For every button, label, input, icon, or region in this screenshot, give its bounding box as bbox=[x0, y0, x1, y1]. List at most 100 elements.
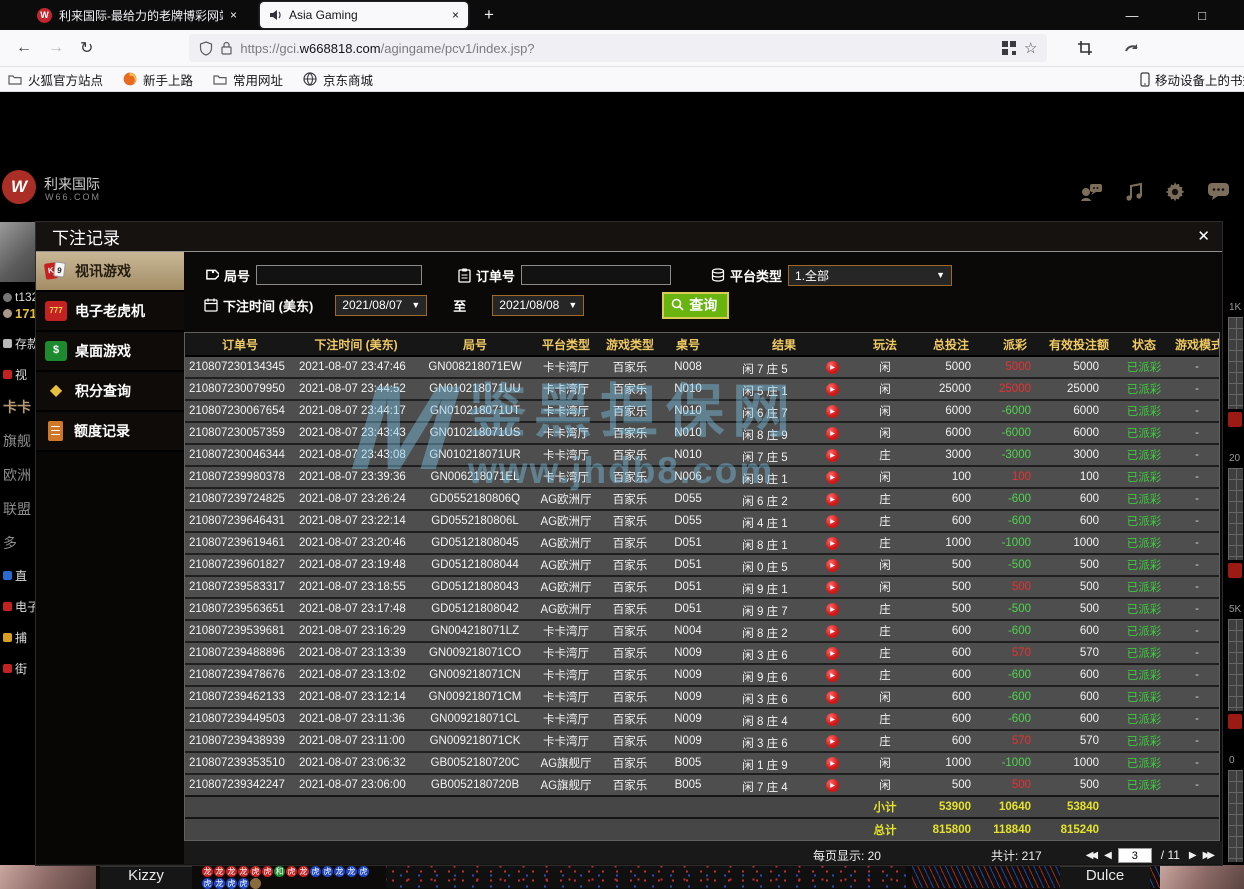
dealer-thumbnail[interactable] bbox=[1160, 865, 1244, 889]
new-tab-button[interactable]: + bbox=[484, 5, 494, 25]
cell-id: 210807230079950 bbox=[185, 378, 295, 400]
user-avatar[interactable] bbox=[0, 222, 36, 282]
bookmark-item[interactable]: 新手上路 bbox=[123, 70, 193, 89]
per-page-label: 每页显示: 20 bbox=[813, 847, 881, 864]
roadmap-result: 和 bbox=[274, 866, 285, 877]
cell-id: 210807239449503 bbox=[185, 708, 295, 730]
cell-bet: 600 bbox=[917, 488, 985, 510]
forward-button[interactable]: → bbox=[48, 39, 64, 57]
play-video-icon[interactable]: ▶ bbox=[826, 471, 839, 484]
tab-close-icon[interactable]: × bbox=[230, 8, 237, 22]
play-video-icon[interactable]: ▶ bbox=[826, 383, 839, 396]
tab-close-icon[interactable]: × bbox=[452, 8, 459, 22]
phone-icon bbox=[1140, 72, 1150, 87]
url-bar[interactable]: https://gci.w668818.com/agingame/pcv1/in… bbox=[189, 34, 1047, 62]
bookmark-item[interactable]: 火狐官方站点 bbox=[8, 70, 103, 89]
cell-result: 闲 3 庄 6▶ bbox=[715, 642, 853, 664]
modal-close-icon[interactable]: ✕ bbox=[1197, 227, 1210, 245]
date-from-select[interactable]: 2021/08/07▼ bbox=[335, 295, 427, 316]
platform-select[interactable]: 1.全部 ▼ bbox=[788, 265, 952, 286]
play-video-icon[interactable]: ▶ bbox=[826, 713, 839, 726]
play-video-icon[interactable]: ▶ bbox=[826, 691, 839, 704]
play-video-icon[interactable]: ▶ bbox=[826, 405, 839, 418]
play-video-icon[interactable]: ▶ bbox=[826, 537, 839, 550]
play-video-icon[interactable]: ▶ bbox=[826, 559, 839, 572]
window-maximize-button[interactable]: □ bbox=[1182, 0, 1222, 30]
play-video-icon[interactable]: ▶ bbox=[826, 493, 839, 506]
play-video-icon[interactable]: ▶ bbox=[826, 449, 839, 462]
play-video-icon[interactable]: ▶ bbox=[826, 735, 839, 748]
play-video-icon[interactable]: ▶ bbox=[826, 603, 839, 616]
screenshot-crop-icon[interactable] bbox=[1077, 40, 1093, 56]
bet-button[interactable] bbox=[1228, 714, 1242, 729]
column-header: 桌号 bbox=[661, 333, 715, 356]
search-button[interactable]: 查询 bbox=[662, 292, 729, 319]
reload-button[interactable]: ↻ bbox=[80, 38, 93, 58]
play-video-icon[interactable]: ▶ bbox=[826, 427, 839, 440]
page-input[interactable]: 3 bbox=[1118, 848, 1152, 863]
round-input[interactable] bbox=[256, 265, 422, 285]
last-page-icon[interactable]: ▶▶ bbox=[1203, 850, 1212, 861]
bookmark-item[interactable]: 京东商城 bbox=[303, 70, 373, 89]
cell-play: 闲 bbox=[853, 378, 917, 400]
customer-service-icon[interactable] bbox=[1079, 182, 1103, 202]
chat-icon[interactable] bbox=[1207, 182, 1230, 201]
left-edge-item[interactable]: 卡卡 bbox=[0, 397, 36, 417]
play-video-icon[interactable]: ▶ bbox=[826, 757, 839, 770]
qr-code-icon[interactable] bbox=[1002, 41, 1016, 55]
cell-tbl: N008 bbox=[661, 356, 715, 378]
round-label: 局号 bbox=[204, 266, 250, 285]
cell-round: GN006218071EL bbox=[417, 466, 533, 488]
tab-w66[interactable]: W 利来国际-最给力的老牌博彩网站 × bbox=[28, 2, 246, 28]
first-page-icon[interactable]: ◀◀ bbox=[1086, 850, 1095, 861]
menu-item-chip[interactable]: $桌面游戏 bbox=[36, 332, 184, 372]
prev-page-icon[interactable]: ◀ bbox=[1104, 850, 1109, 861]
date-to-select[interactable]: 2021/08/08▼ bbox=[492, 295, 584, 316]
menu-item-cards[interactable]: K9视讯游戏 bbox=[36, 252, 184, 292]
left-edge-item[interactable]: 多 bbox=[0, 533, 36, 553]
left-edge-item[interactable]: 视 bbox=[0, 366, 36, 383]
cell-mode: - bbox=[1175, 378, 1219, 400]
bookmark-star-icon[interactable]: ☆ bbox=[1024, 39, 1037, 57]
play-video-icon[interactable]: ▶ bbox=[826, 515, 839, 528]
cell-round: GD05121808045 bbox=[417, 532, 533, 554]
gear-icon[interactable] bbox=[1165, 182, 1185, 202]
order-input[interactable] bbox=[521, 265, 671, 285]
cell-payout: -600 bbox=[985, 686, 1045, 708]
bet-button[interactable] bbox=[1228, 563, 1242, 578]
url-text[interactable]: https://gci.w668818.com/agingame/pcv1/in… bbox=[240, 41, 994, 56]
music-icon[interactable] bbox=[1125, 182, 1143, 202]
left-edge-item[interactable]: 联盟 bbox=[0, 499, 36, 519]
play-video-icon[interactable]: ▶ bbox=[826, 647, 839, 660]
dealer-thumbnail[interactable] bbox=[0, 865, 96, 889]
next-page-icon[interactable]: ▶ bbox=[1189, 850, 1194, 861]
site-logo[interactable]: W bbox=[2, 170, 36, 204]
play-video-icon[interactable]: ▶ bbox=[826, 361, 839, 374]
left-edge-item[interactable]: 欧洲 bbox=[0, 465, 36, 485]
play-video-icon[interactable]: ▶ bbox=[826, 669, 839, 682]
tab-asia-gaming[interactable]: Asia Gaming × bbox=[260, 2, 468, 28]
cell-bet: 6000 bbox=[917, 400, 985, 422]
bookmark-item[interactable]: 常用网址 bbox=[213, 70, 283, 89]
cell-time: 2021-08-07 23:11:00 bbox=[295, 730, 417, 752]
cell-time: 2021-08-07 23:39:36 bbox=[295, 466, 417, 488]
left-edge-item[interactable]: 街 bbox=[0, 660, 36, 677]
calendar-icon bbox=[204, 298, 218, 312]
play-video-icon[interactable]: ▶ bbox=[826, 625, 839, 638]
undo-arrow-icon[interactable] bbox=[1123, 41, 1140, 56]
menu-item-diamond[interactable]: ◆积分查询 bbox=[36, 372, 184, 412]
bet-button[interactable] bbox=[1228, 412, 1242, 427]
left-edge-item[interactable]: 电子 bbox=[0, 598, 36, 615]
menu-item-doc[interactable]: 额度记录 bbox=[36, 412, 184, 452]
cell-payout: 100 bbox=[985, 466, 1045, 488]
left-edge-item[interactable]: 捕 bbox=[0, 629, 36, 646]
back-button[interactable]: ← bbox=[16, 39, 32, 57]
play-video-icon[interactable]: ▶ bbox=[826, 779, 839, 792]
left-edge-item[interactable]: 旗舰 bbox=[0, 431, 36, 451]
bookmark-mobile[interactable]: 移动设备上的书签 bbox=[1140, 67, 1244, 92]
play-video-icon[interactable]: ▶ bbox=[826, 581, 839, 594]
window-minimize-button[interactable]: — bbox=[1112, 0, 1152, 30]
left-edge-item[interactable]: 直 bbox=[0, 567, 36, 584]
menu-item-slot[interactable]: 777电子老虎机 bbox=[36, 292, 184, 332]
left-edge-item[interactable]: 存款 bbox=[0, 335, 36, 352]
